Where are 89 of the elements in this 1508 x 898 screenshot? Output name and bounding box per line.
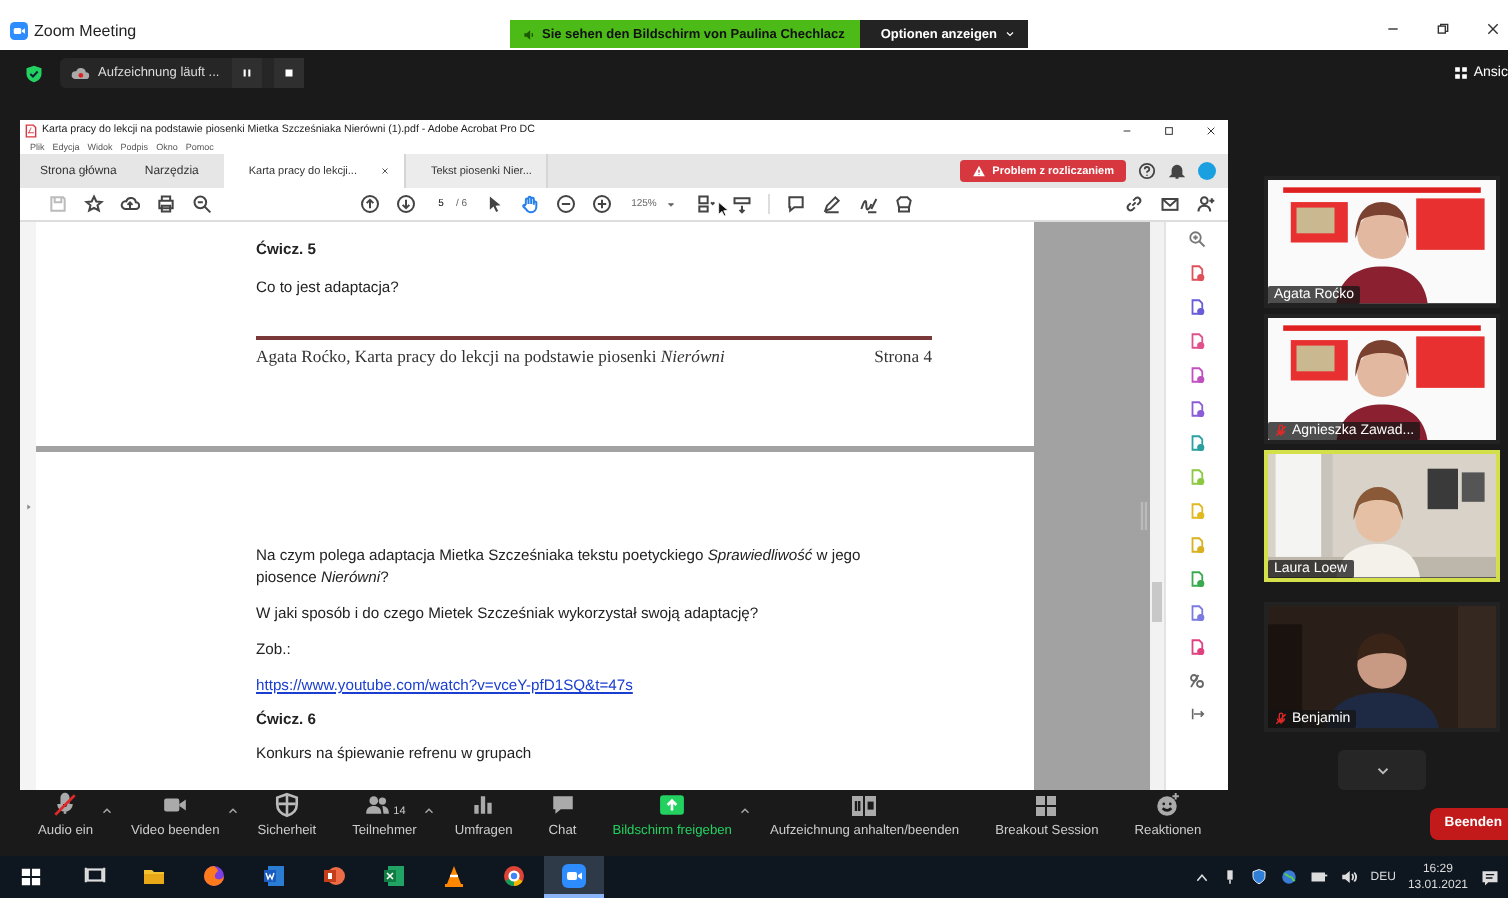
page-label: Strona 4	[874, 346, 932, 366]
shield-tray-icon[interactable]	[1250, 868, 1269, 886]
bell-icon[interactable]	[1168, 162, 1186, 180]
close-icon[interactable]	[380, 166, 391, 176]
footer-text: Agata Roćko, Karta pracy do lekcji na podstawie piosenki Nierówni	[256, 346, 725, 366]
caret-icon	[422, 804, 437, 818]
caret-button[interactable]	[737, 804, 752, 818]
tool-icon[interactable]	[1188, 366, 1206, 384]
shield-icon	[24, 63, 44, 83]
tool-icon[interactable]	[1188, 264, 1206, 282]
fit-page-icon[interactable]	[696, 194, 717, 214]
tool-settings-icon[interactable]	[1188, 672, 1206, 690]
help-icon[interactable]	[1138, 162, 1156, 180]
caret-icon	[737, 804, 752, 818]
hand-icon[interactable]	[519, 194, 540, 214]
stamp-icon[interactable]	[894, 194, 915, 214]
breakout-icon	[1034, 794, 1059, 818]
mail-icon[interactable]	[1160, 194, 1180, 214]
bar-chart-icon	[470, 792, 497, 818]
share-screen-icon	[658, 792, 687, 818]
caret-icon	[225, 804, 240, 818]
restore-icon[interactable]	[1436, 22, 1450, 36]
stop-button[interactable]	[273, 58, 304, 88]
pause-button[interactable]	[231, 58, 262, 88]
scrollbar[interactable]	[1150, 222, 1164, 790]
notification-icon[interactable]	[1480, 867, 1500, 887]
chat-icon	[549, 792, 576, 818]
grid-icon	[1453, 66, 1468, 80]
chevron-icon	[1003, 28, 1016, 40]
spreadsheet-icon[interactable]	[382, 863, 406, 887]
slides-icon[interactable]	[322, 863, 346, 887]
share-link-icon[interactable]	[1124, 194, 1144, 214]
tool-icon[interactable]	[1188, 332, 1206, 350]
cone-icon[interactable]	[442, 863, 466, 887]
star-icon[interactable]	[84, 194, 104, 214]
close-icon[interactable]	[1486, 22, 1500, 36]
cloud-icon	[70, 63, 90, 83]
add-user-icon[interactable]	[1196, 194, 1216, 214]
caret-icon	[99, 804, 113, 818]
active-app-highlight[interactable]	[544, 856, 604, 898]
search-icon[interactable]	[1188, 230, 1206, 248]
warning-icon	[972, 164, 987, 178]
zoom-out-icon[interactable]	[555, 194, 576, 214]
zoom-logo-icon	[10, 22, 28, 40]
shield-icon	[273, 792, 300, 818]
pen-icon[interactable]	[822, 194, 843, 214]
print-icon[interactable]	[156, 194, 176, 214]
caret-icon	[666, 199, 677, 209]
minimize-icon[interactable]	[1386, 22, 1400, 36]
tool-icon[interactable]	[1188, 298, 1206, 316]
stop-icon	[281, 66, 296, 80]
network-icon[interactable]	[1310, 868, 1329, 886]
upload-icon[interactable]	[120, 194, 140, 214]
mouse-cursor-icon	[716, 200, 732, 218]
zoom-out-icon[interactable]	[192, 194, 212, 214]
expand-arrow-icon[interactable]	[23, 501, 33, 511]
round-browser-icon[interactable]	[502, 863, 526, 887]
comment-icon[interactable]	[786, 194, 807, 214]
task-view-icon[interactable]	[83, 864, 105, 886]
document-icon[interactable]	[262, 863, 286, 887]
chevron-up-icon[interactable]	[1194, 869, 1211, 885]
pause-icon	[239, 66, 254, 80]
tool-icon[interactable]	[1188, 434, 1206, 452]
zoom-in-icon[interactable]	[591, 194, 612, 214]
tool-icon[interactable]	[1188, 638, 1206, 656]
video-app-icon[interactable]	[562, 863, 586, 887]
caret-button[interactable]	[225, 804, 240, 818]
speaker-icon	[522, 27, 536, 41]
window-title: Zoom Meeting	[34, 22, 137, 40]
tool-icon[interactable]	[1188, 604, 1206, 622]
tool-icon[interactable]	[1188, 570, 1206, 588]
usb-icon[interactable]	[1222, 868, 1239, 886]
previous-page-icon[interactable]	[360, 194, 380, 214]
start-button[interactable]	[19, 866, 41, 888]
caret-button[interactable]	[422, 804, 437, 818]
close-icon[interactable]	[1206, 125, 1216, 135]
people-icon	[363, 792, 390, 818]
next-page-icon[interactable]	[396, 194, 416, 214]
sign-icon[interactable]	[858, 194, 879, 214]
browser-icon[interactable]	[202, 863, 226, 887]
globe-icon[interactable]	[1280, 868, 1299, 886]
scroll-mode-icon[interactable]	[732, 194, 753, 214]
tool-icon[interactable]	[1188, 400, 1206, 418]
restore-icon[interactable]	[1164, 125, 1174, 135]
caret-button[interactable]	[99, 804, 113, 818]
splitter-handle[interactable]	[1140, 502, 1148, 530]
volume-icon[interactable]	[1340, 868, 1359, 886]
collapse-icon[interactable]	[1189, 706, 1205, 722]
minimize-icon[interactable]	[1122, 125, 1132, 135]
